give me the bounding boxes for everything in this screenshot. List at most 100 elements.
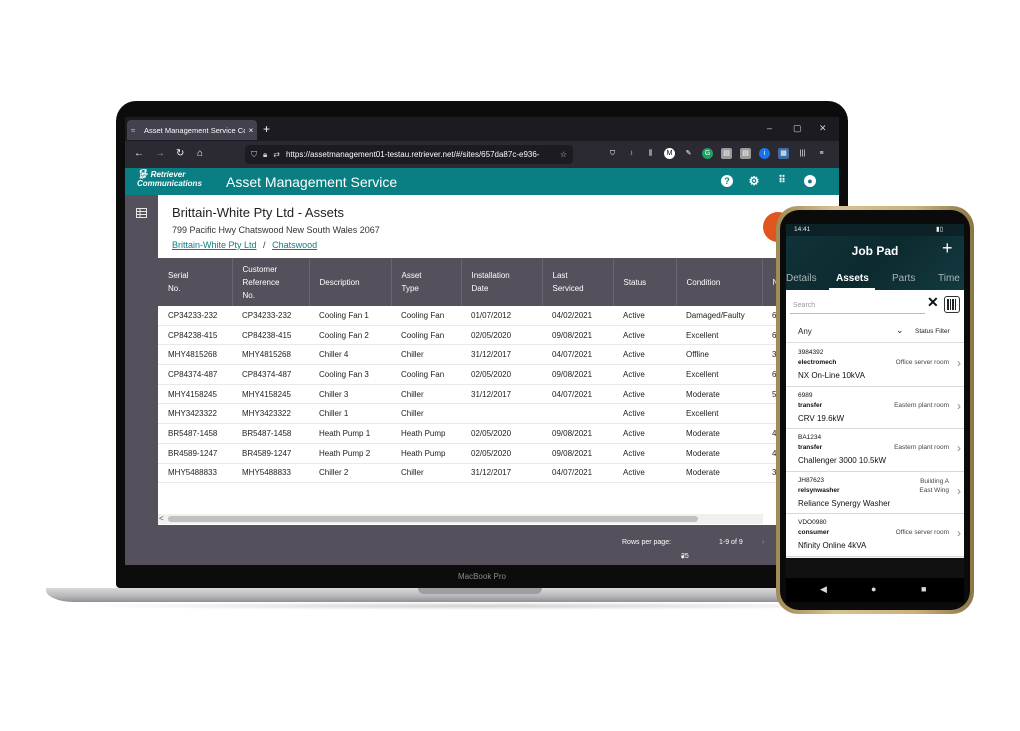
phone-app-header: Job Pad + Details Assets Parts Time: [786, 236, 964, 290]
breadcrumb-client-link[interactable]: Brittain-White Pty Ltd: [172, 240, 257, 250]
table-row[interactable]: BR4589-1247 BR4589-1247 Heath Pump 2 Heath …: [158, 443, 818, 464]
minimize-button[interactable]: –: [767, 123, 772, 133]
table-cell: MHY3423322: [158, 403, 232, 425]
table-cell: Chiller 4: [309, 344, 391, 366]
extension-box2-icon[interactable]: ▤: [740, 148, 751, 159]
table-cell: Cooling Fan 2: [309, 325, 391, 346]
close-window-button[interactable]: ✕: [819, 123, 827, 134]
download-icon[interactable]: ⭳: [626, 148, 637, 159]
table-row[interactable]: BR5487-1458 BR5487-1458 Heath Pump 1 Heath …: [158, 423, 818, 444]
tab-close-icon[interactable]: ×: [245, 126, 257, 135]
table-row[interactable]: MHY4158245 MHY4158245 Chiller 3 Chiller 31/1…: [158, 384, 818, 405]
table-row[interactable]: CP84374-487 CP84374-487 Cooling Fan 3 Cooli…: [158, 364, 818, 385]
phone-asset-list: 3984392 electromech NX On-Line 10kVA Office…: [786, 344, 964, 558]
list-item[interactable]: JH87623 relsynwasher Reliance Synergy Wash…: [786, 471, 964, 514]
table-cell: Chiller: [391, 403, 461, 425]
new-tab-button[interactable]: +: [263, 122, 270, 136]
phone-status-bar: 14:41 ▮▯: [786, 224, 964, 236]
breadcrumb-site-link[interactable]: Chatswood: [272, 240, 317, 250]
grammarly-icon[interactable]: G: [702, 148, 713, 159]
main-content: Brittain-White Pty Ltd - Assets 799 Paci…: [158, 195, 839, 565]
extension-m-icon[interactable]: M: [664, 148, 675, 159]
table-cell: 31/12/2017: [461, 384, 542, 405]
caret-down-icon: ▾: [681, 554, 685, 561]
nav-home-icon[interactable]: ●: [871, 584, 876, 594]
table-cell: Chiller 2: [309, 463, 391, 484]
list-item[interactable]: BA1234 transfer Challenger 3000 10.5kW East…: [786, 429, 964, 472]
tab-time[interactable]: Time: [938, 273, 960, 284]
barcode-icon[interactable]: |||: [797, 148, 808, 159]
extension-box-icon[interactable]: ▤: [721, 148, 732, 159]
table-row[interactable]: MHY5488833 MHY5488833 Chiller 2 Chiller 31/1…: [158, 463, 818, 484]
column-header[interactable]: Serial No.: [158, 258, 233, 306]
home-button[interactable]: ⌂: [197, 148, 203, 159]
table-cell: MHY5488833: [158, 463, 232, 484]
building-icon[interactable]: [136, 208, 147, 218]
list-item[interactable]: VDO0980 consumer Nfinity Online 4kVA Office…: [786, 514, 964, 557]
horizontal-scrollbar[interactable]: <: [158, 514, 763, 524]
table-row[interactable]: MHY4815268 MHY4815268 Chiller 4 Chiller 31/1…: [158, 344, 818, 366]
browser-tab[interactable]: ≈ Asset Management Service Cor ×: [127, 120, 257, 140]
bookmark-star-icon[interactable]: ☆: [560, 150, 567, 159]
pen-icon[interactable]: ✎: [683, 148, 694, 159]
prev-page-button[interactable]: ‹: [762, 539, 764, 546]
tab-details[interactable]: Details: [786, 273, 817, 284]
add-button[interactable]: +: [942, 238, 953, 259]
extension-circle-icon[interactable]: i: [759, 148, 770, 159]
tab-parts[interactable]: Parts: [892, 273, 915, 284]
menu-icon[interactable]: ≡: [816, 148, 827, 159]
maximize-button[interactable]: ▢: [793, 123, 802, 134]
pocket-icon[interactable]: ⛉: [607, 148, 618, 159]
table-row[interactable]: MHY3423322 MHY3423322 Chiller 1 Chiller Acti…: [158, 403, 818, 425]
column-header[interactable]: Asset Type: [391, 258, 462, 306]
help-icon[interactable]: ?: [721, 175, 733, 187]
extension-square-icon[interactable]: ▦: [778, 148, 789, 159]
tab-title: Asset Management Service Cor: [144, 125, 245, 135]
search-input[interactable]: Search: [790, 298, 925, 314]
table-cell: 09/08/2021: [542, 325, 613, 346]
column-header-line: Installation: [471, 271, 510, 280]
apps-grid-icon[interactable]: ⠿: [776, 175, 788, 187]
column-header[interactable]: Last Serviced: [542, 258, 614, 306]
table-cell: CP34233-232: [158, 306, 232, 326]
url-bar[interactable]: ⛉ 🔒︎ ⇄ https://assetmanagement01-testau.…: [245, 145, 573, 164]
asset-name: Challenger 3000 10.5kW: [798, 456, 887, 465]
tab-assets[interactable]: Assets: [836, 273, 869, 284]
table-cell: BR4589-1247: [158, 443, 232, 464]
chevron-right-icon: ›: [957, 526, 961, 540]
status-filter-select[interactable]: Any: [798, 327, 812, 336]
clear-search-icon[interactable]: ✕: [927, 294, 939, 311]
nav-recents-icon[interactable]: ■: [921, 584, 926, 594]
laptop-notch: [418, 588, 542, 594]
column-header[interactable]: Condition: [676, 258, 763, 306]
table-cell: Chiller: [391, 463, 461, 484]
column-header[interactable]: Description: [309, 258, 392, 306]
column-header[interactable]: Status: [613, 258, 677, 306]
gear-icon[interactable]: ⚙: [748, 175, 760, 187]
reload-button[interactable]: ↻: [176, 148, 184, 159]
column-header[interactable]: Installation Date: [461, 258, 543, 306]
laptop-screen: ≈ Asset Management Service Cor × + – ▢ ✕…: [125, 117, 839, 565]
account-icon[interactable]: ●: [804, 175, 816, 187]
extension-icons: ⛉ ⭳ ⫼ M ✎ G ▤ ▤ i ▦ ||| ≡: [607, 148, 827, 159]
asset-location-line2: East Wing: [919, 486, 949, 494]
nav-back-icon[interactable]: ◀: [820, 584, 827, 595]
table-cell: 09/08/2021: [542, 423, 613, 444]
lock-icon: 🔒︎: [263, 149, 268, 159]
barcode-scan-icon[interactable]: [944, 296, 960, 313]
scrollbar-thumb[interactable]: [168, 516, 698, 522]
table-row[interactable]: CP84238-415 CP84238-415 Cooling Fan 2 Cooli…: [158, 325, 818, 346]
table-cell: Moderate: [676, 423, 762, 444]
column-header[interactable]: Customer Reference No.: [232, 258, 310, 306]
list-item[interactable]: 3984392 electromech NX On-Line 10kVA Office…: [786, 344, 964, 387]
table-cell: BR5487-1458: [158, 423, 232, 444]
forward-button[interactable]: →: [155, 148, 165, 159]
scroll-left-icon[interactable]: <: [159, 514, 164, 523]
table-row[interactable]: CP34233-232 CP34233-232 Cooling Fan 1 Cooli…: [158, 306, 818, 326]
table-cell: Cooling Fan: [391, 364, 461, 385]
list-item[interactable]: 6989 transfer CRV 19.6kW Eastern plant room…: [786, 386, 964, 429]
back-button[interactable]: ←: [134, 148, 144, 159]
browser-tabbar: ≈ Asset Management Service Cor × + – ▢ ✕: [125, 117, 839, 141]
library-icon[interactable]: ⫼: [645, 148, 656, 159]
chevron-down-icon[interactable]: ⌄: [896, 325, 904, 336]
